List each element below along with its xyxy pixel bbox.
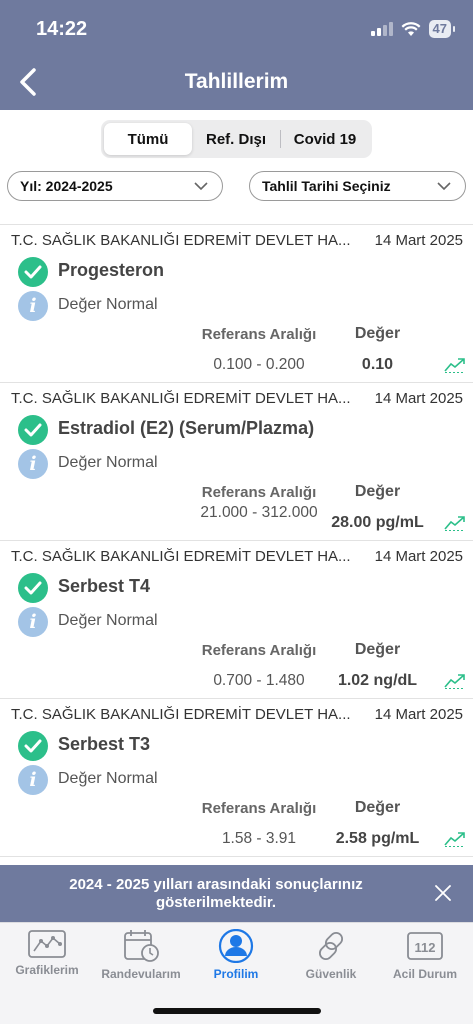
info-icon: i <box>18 449 48 479</box>
info-icon: i <box>18 291 48 321</box>
tab-profilim[interactable]: Profilim <box>189 929 283 989</box>
link-icon <box>318 931 344 961</box>
reference-range-header: Referans Aralığı <box>201 326 317 343</box>
cellular-signal-icon <box>370 22 393 36</box>
banner-close-button[interactable] <box>430 880 456 906</box>
result-value: 2.58 pg/mL <box>335 830 420 847</box>
result-value: 28.00 pg/mL <box>331 514 424 531</box>
app-header: 14:22 47 Tahlillerim <box>0 0 473 110</box>
hospital-name: T.C. SAĞLIK BAKANLIĞI EDREMİT DEVLET HA.… <box>11 390 351 407</box>
result-status: Değer Normal <box>58 612 158 629</box>
test-date-dropdown[interactable]: Tahlil Tarihi Seçiniz <box>249 171 466 201</box>
status-icons: 47 <box>370 20 456 38</box>
calendar-clock-icon <box>124 930 159 962</box>
tab-label: Randevularım <box>101 967 181 981</box>
tab-acil-durum[interactable]: 112 Acil Durum <box>378 929 472 989</box>
info-icon: i <box>18 607 48 637</box>
check-icon <box>18 415 48 445</box>
trend-chart-icon[interactable] <box>444 831 466 847</box>
reference-range: 21.000 - 312.000 <box>200 504 318 521</box>
value-header: Değer <box>354 641 401 658</box>
test-name: Estradiol (E2) (Serum/Plazma) <box>58 418 315 438</box>
check-icon <box>18 257 48 287</box>
chart-icon <box>28 930 66 958</box>
check-icon <box>18 573 48 603</box>
emergency-number: 112 <box>415 940 436 955</box>
result-date: 14 Mart 2025 <box>374 232 463 249</box>
value-header: Değer <box>354 325 401 342</box>
tab-guvenlik[interactable]: Güvenlik <box>284 929 378 989</box>
reference-range-header: Referans Aralığı <box>201 800 317 817</box>
result-value: 0.10 <box>361 356 394 373</box>
reference-range: 0.100 - 0.200 <box>213 356 305 373</box>
info-icon: i <box>18 765 48 795</box>
status-time: 14:22 <box>36 18 88 40</box>
result-date: 14 Mart 2025 <box>374 390 463 407</box>
check-icon <box>18 731 48 761</box>
results-list[interactable]: T.C. SAĞLIK BAKANLIĞI EDREMİT DEVLET HA.… <box>0 224 473 864</box>
page-title: Tahlillerim <box>184 70 289 93</box>
segment-all[interactable]: Tümü <box>104 123 192 155</box>
test-name: Serbest T3 <box>58 734 151 754</box>
home-indicator <box>153 1008 321 1014</box>
chevron-down-icon <box>194 181 208 190</box>
trend-chart-icon[interactable] <box>444 357 466 373</box>
year-dropdown[interactable]: Yıl: 2024-2025 <box>7 171 223 201</box>
hospital-name: T.C. SAĞLIK BAKANLIĞI EDREMİT DEVLET HA.… <box>11 706 351 723</box>
reference-range-header: Referans Aralığı <box>201 642 317 659</box>
hospital-name: T.C. SAĞLIK BAKANLIĞI EDREMİT DEVLET HA.… <box>11 232 351 249</box>
result-card[interactable]: T.C. SAĞLIK BAKANLIĞI EDREMİT DEVLET HA.… <box>0 225 473 383</box>
emergency-112-icon: 112 <box>407 932 443 960</box>
tab-label: Acil Durum <box>392 967 457 981</box>
result-date: 14 Mart 2025 <box>374 548 463 565</box>
reference-range-header: Referans Aralığı <box>201 484 317 501</box>
result-card[interactable]: T.C. SAĞLIK BAKANLIĞI EDREMİT DEVLET HA.… <box>0 541 473 699</box>
result-date: 14 Mart 2025 <box>374 706 463 723</box>
reference-range: 0.700 - 1.480 <box>213 672 305 689</box>
result-status: Değer Normal <box>58 454 158 471</box>
segment-out-of-range[interactable]: Ref. Dışı <box>192 123 280 155</box>
value-header: Değer <box>354 483 401 500</box>
result-status: Değer Normal <box>58 296 158 313</box>
info-banner: 2024 - 2025 yılları arasındaki sonuçları… <box>0 865 473 922</box>
trend-chart-icon[interactable] <box>444 673 466 689</box>
wifi-icon <box>401 21 420 36</box>
result-filter-segments: Tümü Ref. Dışı Covid 19 <box>101 120 372 158</box>
result-card[interactable]: T.C. SAĞLIK BAKANLIĞI EDREMİT DEVLET HA.… <box>0 699 473 857</box>
close-icon <box>435 885 451 901</box>
result-value: 1.02 ng/dL <box>337 672 418 689</box>
chevron-down-icon <box>437 181 451 190</box>
test-date-dropdown-label: Tahlil Tarihi Seçiniz <box>262 178 391 194</box>
tab-label: Güvenlik <box>305 967 357 981</box>
tab-label: Profilim <box>213 967 259 981</box>
segment-covid19[interactable]: Covid 19 <box>281 123 369 155</box>
tab-label: Grafiklerim <box>15 963 79 977</box>
profile-icon <box>218 929 254 963</box>
banner-text: 2024 - 2025 yılları arasındaki sonuçları… <box>69 876 363 911</box>
result-status: Değer Normal <box>58 770 158 787</box>
tab-randevularim[interactable]: Randevularım <box>94 929 188 989</box>
test-name: Serbest T4 <box>58 576 151 596</box>
test-name: Progesteron <box>58 260 165 280</box>
trend-chart-icon[interactable] <box>444 515 466 531</box>
hospital-name: T.C. SAĞLIK BAKANLIĞI EDREMİT DEVLET HA.… <box>11 548 351 565</box>
year-dropdown-label: Yıl: 2024-2025 <box>20 178 113 194</box>
result-card[interactable]: T.C. SAĞLIK BAKANLIĞI EDREMİT DEVLET HA.… <box>0 383 473 541</box>
tab-grafiklerim[interactable]: Grafiklerim <box>0 929 94 989</box>
battery-indicator: 47 <box>428 20 456 38</box>
value-header: Değer <box>354 799 401 816</box>
reference-range: 1.58 - 3.91 <box>221 830 297 847</box>
